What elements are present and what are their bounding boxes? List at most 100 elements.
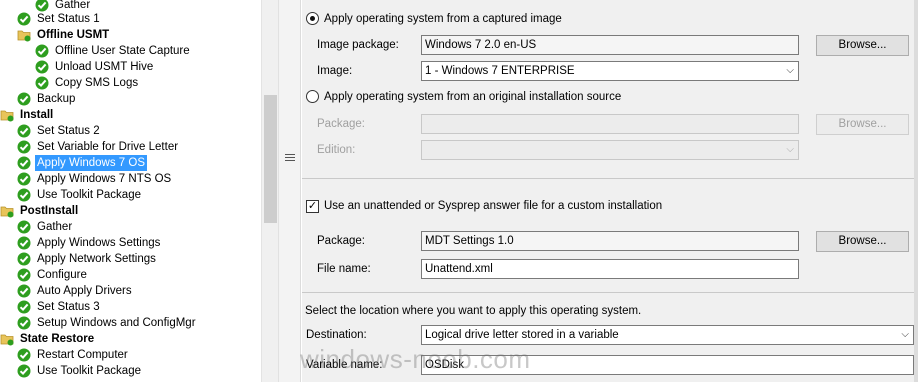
check-icon (17, 188, 31, 202)
tree-item-apply-windows-settings[interactable]: Apply Windows Settings (17, 235, 162, 251)
tree-item-gather-2[interactable]: Gather (17, 219, 74, 235)
scrollbar-thumb[interactable] (264, 95, 277, 223)
captured-image-radio-label: Apply operating system from a captured i… (324, 13, 562, 25)
chevron-down-icon: ⌵ (901, 329, 909, 340)
tree-item-label: Unload USMT Hive (55, 61, 154, 73)
tree-item-offline-user-state-capture[interactable]: Offline User State Capture (35, 43, 192, 59)
grip-icon (285, 154, 295, 161)
tree-item-apply-windows-7-os[interactable]: Apply Windows 7 OS (17, 155, 148, 171)
destination-select-value: Logical drive letter stored in a variabl… (425, 329, 619, 341)
unattend-checkbox[interactable]: ✓ (306, 200, 319, 213)
answer-package-label: Package: (317, 235, 365, 247)
tree-item-label: Set Variable for Drive Letter (37, 141, 179, 153)
check-icon (17, 284, 31, 298)
tree-item-apply-windows-7-nts-os[interactable]: Apply Windows 7 NTS OS (17, 171, 173, 187)
tree-scrollbar[interactable] (261, 0, 278, 382)
tree-item-label: Apply Network Settings (37, 253, 156, 265)
tree-item-backup[interactable]: Backup (17, 91, 77, 107)
tree-item-use-toolkit-package-2[interactable]: Use Toolkit Package (17, 363, 143, 379)
tree-item-label: Copy SMS Logs (55, 77, 139, 89)
location-instruction: Select the location where you want to ap… (305, 305, 642, 317)
tree-item-apply-network-settings[interactable]: Apply Network Settings (17, 251, 158, 267)
tree-item-label: Use Toolkit Package (37, 365, 141, 377)
image-package-browse-button[interactable]: Browse... (816, 35, 909, 56)
check-icon (17, 12, 31, 26)
tree-item-copy-sms-logs[interactable]: Copy SMS Logs (35, 75, 140, 91)
task-sequence-tree[interactable]: Gather Set Status 1 Offline USMT Offline… (0, 0, 261, 382)
tree-item-set-status-2[interactable]: Set Status 2 (17, 123, 102, 139)
tree-item-set-status-3[interactable]: Set Status 3 (17, 299, 102, 315)
chevron-down-icon: ⌵ (786, 144, 794, 155)
folder-icon (0, 108, 14, 122)
tree-item-unload-usmt-hive[interactable]: Unload USMT Hive (35, 59, 155, 75)
tree-item-label: Apply Windows Settings (37, 237, 161, 249)
tree-item-label: Apply Windows 7 OS (35, 155, 148, 171)
tree-item-use-toolkit-package-1[interactable]: Use Toolkit Package (17, 187, 143, 203)
image-select-value: 1 - Windows 7 ENTERPRISE (425, 65, 575, 77)
tree-item-auto-apply-drivers[interactable]: Auto Apply Drivers (17, 283, 134, 299)
check-icon (17, 172, 31, 186)
tree-item-label: Set Status 1 (37, 13, 100, 25)
tree-item-label: State Restore (20, 333, 95, 345)
pane-splitter[interactable] (278, 0, 301, 382)
edition-label: Edition: (317, 144, 356, 156)
captured-image-radio[interactable] (306, 12, 319, 25)
file-name-input[interactable]: Unattend.xml (421, 259, 799, 279)
divider (302, 178, 914, 179)
chevron-down-icon: ⌵ (786, 65, 794, 76)
answer-package-field[interactable]: MDT Settings 1.0 (421, 231, 799, 251)
check-icon (17, 268, 31, 282)
check-icon (35, 60, 49, 74)
check-icon (17, 236, 31, 250)
answer-package-browse-button[interactable]: Browse... (816, 231, 909, 252)
check-icon (17, 140, 31, 154)
watermark: windows-noob.com (300, 344, 531, 374)
divider (302, 292, 914, 293)
tree-item-set-status-1[interactable]: Set Status 1 (17, 11, 102, 27)
check-icon (17, 316, 31, 330)
tree-item-label: Set Status 3 (37, 301, 100, 313)
tree-item-label: Install (20, 109, 54, 121)
tree-item-label: PostInstall (20, 205, 79, 217)
tree-group-offline-usmt[interactable]: Offline USMT (17, 27, 111, 43)
folder-icon (17, 28, 31, 42)
tree-group-state-restore[interactable]: State Restore (0, 331, 96, 347)
check-icon (17, 252, 31, 266)
folder-icon (0, 204, 14, 218)
image-label: Image: (317, 65, 353, 77)
destination-select[interactable]: Logical drive letter stored in a variabl… (421, 325, 914, 345)
unattend-checkbox-label: Use an unattended or Sysprep answer file… (324, 200, 663, 212)
panel-scrollbar[interactable] (914, 0, 918, 382)
check-icon (17, 364, 31, 378)
folder-icon (0, 332, 14, 346)
check-icon (17, 348, 31, 362)
image-select[interactable]: 1 - Windows 7 ENTERPRISE ⌵ (421, 61, 799, 81)
tree-item-label: Restart Computer (37, 349, 128, 361)
tree-item-label: Use Toolkit Package (37, 189, 141, 201)
tree-item-label: Configure (37, 269, 87, 281)
tree-item-restart-computer[interactable]: Restart Computer (17, 347, 130, 363)
source-package-field (421, 114, 799, 134)
check-icon (35, 76, 49, 90)
tree-item-label: Set Status 2 (37, 125, 100, 137)
check-icon (17, 124, 31, 138)
tree-item-label: Offline User State Capture (55, 45, 190, 57)
check-icon (35, 44, 49, 58)
image-package-label: Image package: (317, 39, 399, 51)
properties-panel: Apply operating system from a captured i… (302, 0, 918, 382)
installation-source-radio[interactable] (306, 90, 319, 103)
file-name-label: File name: (317, 263, 371, 275)
tree-group-install[interactable]: Install (0, 107, 55, 123)
check-icon (17, 92, 31, 106)
edition-select: ⌵ (421, 140, 799, 160)
tree-group-postinstall[interactable]: PostInstall (0, 203, 80, 219)
image-package-field[interactable]: Windows 7 2.0 en-US (421, 35, 799, 55)
tree-item-label: Auto Apply Drivers (37, 285, 132, 297)
source-package-browse-button: Browse... (816, 114, 909, 135)
tree-item-setup-windows-configmgr[interactable]: Setup Windows and ConfigMgr (17, 315, 198, 331)
tree-item-configure[interactable]: Configure (17, 267, 89, 283)
tree-item-label: Offline USMT (37, 29, 110, 41)
check-icon (17, 300, 31, 314)
tree-item-set-variable-drive-letter[interactable]: Set Variable for Drive Letter (17, 139, 180, 155)
tree-item-label: Gather (37, 221, 73, 233)
